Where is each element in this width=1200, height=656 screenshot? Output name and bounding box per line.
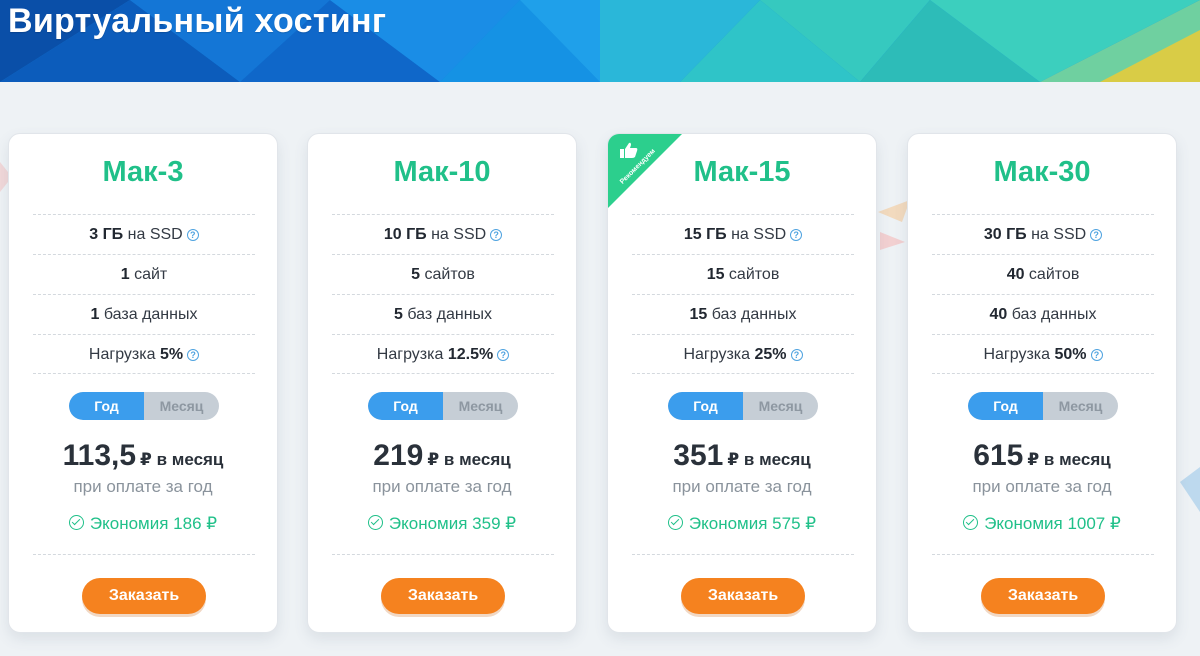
toggle-month[interactable]: Месяц: [443, 392, 518, 420]
plan-title: Мак-15: [693, 156, 791, 188]
feature-list: 30 ГБ на SSD? 40 сайтов 40 баз данных На…: [932, 214, 1154, 374]
feature-list: 15 ГБ на SSD? 15 сайтов 15 баз данных На…: [632, 214, 854, 374]
feature-databases: 5 баз данных: [332, 294, 554, 334]
page-title: Виртуальный хостинг: [8, 2, 387, 40]
order-button[interactable]: Заказать: [981, 578, 1105, 614]
price-note: при оплате за год: [372, 477, 512, 496]
feature-load: Нагрузка 12.5%?: [332, 334, 554, 374]
billing-period-toggle: Год Месяц: [69, 392, 219, 420]
help-icon[interactable]: ?: [187, 349, 200, 361]
price-unit: ₽ в месяц: [1027, 450, 1111, 469]
feature-load: Нагрузка 50%?: [932, 334, 1154, 374]
order-button[interactable]: Заказать: [681, 578, 805, 614]
divider: [632, 554, 854, 555]
feature-sites: 40 сайтов: [932, 254, 1154, 294]
toggle-year[interactable]: Год: [968, 392, 1043, 420]
plan-title: Мак-10: [393, 156, 491, 188]
feature-databases: 40 баз данных: [932, 294, 1154, 334]
price-note: при оплате за год: [73, 477, 213, 496]
billing-period-toggle: Год Месяц: [368, 392, 518, 420]
divider: [932, 554, 1154, 555]
feature-storage: 10 ГБ на SSD?: [332, 214, 554, 254]
savings: Экономия 186 ₽: [9, 514, 277, 534]
price-unit: ₽ в месяц: [140, 450, 224, 469]
savings: Экономия 1007 ₽: [908, 514, 1176, 534]
order-button[interactable]: Заказать: [381, 578, 505, 614]
feature-list: 10 ГБ на SSD? 5 сайтов 5 баз данных Нагр…: [332, 214, 554, 374]
plans-grid: Мак-3 3 ГБ на SSD? 1 сайт 1 база данных …: [0, 133, 1200, 656]
help-icon[interactable]: ?: [1090, 229, 1103, 241]
help-icon[interactable]: ?: [790, 229, 803, 241]
help-icon[interactable]: ?: [790, 349, 803, 361]
divider: [33, 554, 255, 555]
billing-period-toggle: Год Месяц: [968, 392, 1118, 420]
toggle-year[interactable]: Год: [368, 392, 443, 420]
savings: Экономия 575 ₽: [608, 514, 876, 534]
check-circle-icon: [367, 515, 383, 530]
price-unit: ₽ в месяц: [727, 450, 811, 469]
plan-card-mak-15: Рекомендуем Мак-15 15 ГБ на SSD? 15 сайт…: [607, 133, 877, 633]
plan-card-mak-30: Мак-30 30 ГБ на SSD? 40 сайтов 40 баз да…: [907, 133, 1177, 633]
price-value: 219: [373, 439, 424, 472]
feature-databases: 15 баз данных: [632, 294, 854, 334]
divider: [332, 554, 554, 555]
plan-title: Мак-3: [102, 156, 184, 188]
feature-load: Нагрузка 5%?: [33, 334, 255, 374]
plan-card-mak-10: Мак-10 10 ГБ на SSD? 5 сайтов 5 баз данн…: [307, 133, 577, 633]
billing-period-toggle: Год Месяц: [668, 392, 818, 420]
price-value: 615: [973, 439, 1024, 472]
feature-load: Нагрузка 25%?: [632, 334, 854, 374]
check-circle-icon: [963, 515, 979, 530]
feature-sites: 15 сайтов: [632, 254, 854, 294]
check-circle-icon: [667, 515, 683, 530]
price: 113,5 ₽ в месяц: [9, 439, 277, 473]
plan-card-mak-3: Мак-3 3 ГБ на SSD? 1 сайт 1 база данных …: [8, 133, 278, 633]
check-circle-icon: [68, 515, 84, 530]
price-note: при оплате за год: [972, 477, 1112, 496]
feature-storage: 30 ГБ на SSD?: [932, 214, 1154, 254]
price-value: 351: [673, 439, 724, 472]
help-icon[interactable]: ?: [490, 229, 503, 241]
feature-storage: 3 ГБ на SSD?: [33, 214, 255, 254]
toggle-month[interactable]: Месяц: [1043, 392, 1118, 420]
feature-sites: 1 сайт: [33, 254, 255, 294]
plan-title: Мак-30: [993, 156, 1091, 188]
price: 615 ₽ в месяц: [908, 439, 1176, 473]
price: 351 ₽ в месяц: [608, 439, 876, 473]
price: 219 ₽ в месяц: [308, 439, 576, 473]
price-unit: ₽ в месяц: [427, 450, 511, 469]
help-icon[interactable]: ?: [497, 349, 510, 361]
price-value: 113,5: [62, 439, 137, 472]
savings: Экономия 359 ₽: [308, 514, 576, 534]
price-note: при оплате за год: [672, 477, 812, 496]
feature-sites: 5 сайтов: [332, 254, 554, 294]
help-icon[interactable]: ?: [186, 229, 199, 241]
toggle-year[interactable]: Год: [69, 392, 144, 420]
header-banner: Виртуальный хостинг: [0, 0, 1200, 82]
toggle-month[interactable]: Месяц: [144, 392, 219, 420]
toggle-year[interactable]: Год: [668, 392, 743, 420]
feature-storage: 15 ГБ на SSD?: [632, 214, 854, 254]
order-button[interactable]: Заказать: [82, 578, 206, 614]
toggle-month[interactable]: Месяц: [743, 392, 818, 420]
feature-list: 3 ГБ на SSD? 1 сайт 1 база данных Нагруз…: [33, 214, 255, 374]
help-icon[interactable]: ?: [1090, 349, 1103, 361]
feature-databases: 1 база данных: [33, 294, 255, 334]
